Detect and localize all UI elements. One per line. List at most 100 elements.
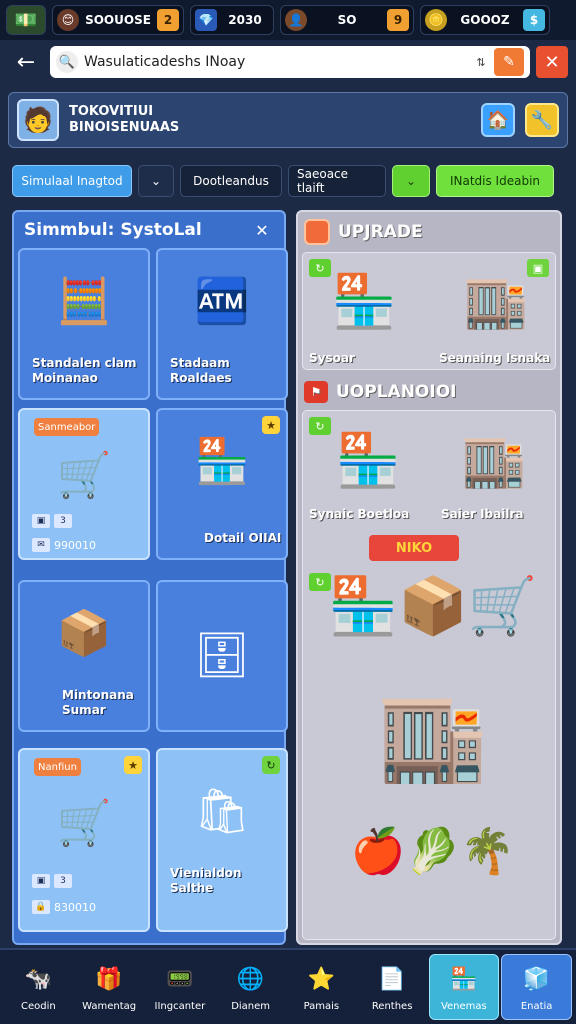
filter-row: Simulaal Inagtod ⌄ Dootleandus Saeoace t… bbox=[12, 165, 564, 197]
filter-saeoace[interactable]: Saeoace tlaift bbox=[288, 165, 386, 197]
tools-button[interactable]: 🔧 bbox=[525, 103, 559, 137]
mail-icon: ✉ bbox=[32, 538, 50, 552]
flag-icon: ⚑ bbox=[304, 381, 328, 403]
store-icon: 🏪 bbox=[450, 967, 478, 992]
resource-value: SO bbox=[337, 13, 357, 27]
bottom-nav: 🐄 Ceodin 🎁 Wamentag 📟 IIngcanter 🌐 Dianem ⭐ P… bbox=[0, 948, 576, 1024]
supermarket-icon: 🏬 bbox=[378, 684, 488, 787]
item-label: Mintonana Sumar bbox=[62, 688, 134, 717]
shop-label: Saier Ibailra bbox=[441, 507, 524, 521]
item-stat: ▣ 3 bbox=[32, 874, 72, 888]
item-stat: ▣ 3 bbox=[32, 514, 72, 528]
stat-count: 3 bbox=[54, 514, 72, 528]
nav-item-iingcanter[interactable]: 📟 IIngcanter bbox=[146, 954, 215, 1020]
item-card[interactable]: 🏧 Stadaam Roaldaes bbox=[156, 248, 288, 400]
filter-simulation[interactable]: Simulaal Inagtod bbox=[12, 165, 132, 197]
item-card[interactable]: Sanmeabor 🛒 ▣ 3 ✉ 990010 bbox=[18, 408, 150, 560]
shelf-icon: 🗄 bbox=[194, 630, 250, 681]
chevron-down-icon[interactable]: ⌄ bbox=[138, 165, 174, 197]
upgrade-icon bbox=[304, 219, 330, 245]
item-card[interactable]: ★ 🏪 Dotail OIIAI bbox=[156, 408, 288, 560]
price-value: 830010 bbox=[54, 900, 96, 914]
globe-icon: 🌐 bbox=[236, 967, 265, 992]
shop-label: Seanaing Isnaka bbox=[439, 351, 551, 365]
shop-label: Sysoar bbox=[309, 351, 355, 365]
gift-icon: 🎁 bbox=[95, 967, 123, 992]
nav-label: Renthes bbox=[371, 1000, 413, 1012]
box-icon: ▣ bbox=[32, 514, 50, 528]
cash-icon: 💵 bbox=[14, 9, 38, 31]
shopping-cart-icon: 🛒 bbox=[56, 798, 112, 849]
avatar[interactable]: 🧑 bbox=[17, 99, 59, 141]
close-icon[interactable]: ✕ bbox=[250, 218, 274, 242]
profile-name: TOKOVITIUI BINOISENUAAS bbox=[69, 104, 471, 136]
nav-label: Ceodin bbox=[21, 1000, 56, 1012]
item-tag: Nanfiun bbox=[34, 758, 81, 776]
resource-bar: 💵 😊 SOOUOSE 2 💎 2030 👤 SO 9 🪙 GOOOZ $ bbox=[0, 0, 576, 40]
shop-sign: NIKO bbox=[369, 535, 459, 561]
lock-icon: 🔒 bbox=[32, 900, 50, 914]
home-icon: 🏠 bbox=[486, 109, 510, 131]
crates-icon: 📦 bbox=[56, 608, 112, 659]
item-card[interactable]: 📦 Mintonana Sumar bbox=[18, 580, 150, 732]
profile-panel: 🧑 TOKOVITIUI BINOISENUAAS 🏠 🔧 bbox=[8, 92, 568, 148]
item-card[interactable]: ↻ 🛍 Vienialdon Salthe bbox=[156, 748, 288, 932]
cash-register-icon: 🧮 bbox=[56, 276, 112, 327]
nav-item-pamais[interactable]: ⭐ Pamais bbox=[287, 954, 356, 1020]
resource-value: 2030 bbox=[228, 13, 262, 27]
resource-value: GOOOZ bbox=[460, 13, 510, 27]
item-price: ✉ 990010 bbox=[32, 538, 96, 552]
nav-label: Pamais bbox=[303, 1000, 340, 1012]
filter-dootleandus[interactable]: Dootleandus bbox=[180, 165, 282, 197]
worker-icon: 👤 bbox=[285, 9, 307, 31]
resource-value: SOOUOSE bbox=[85, 13, 151, 27]
cash-button[interactable]: 💵 bbox=[6, 5, 46, 35]
upgrade-card[interactable]: ↻ ▣ 🏪 🏬 Sysoar Seanaing Isnaka bbox=[302, 252, 556, 370]
document-icon: 📄 bbox=[378, 967, 406, 992]
vending-machine-icon: 🏧 bbox=[194, 276, 250, 327]
gold-coin-icon: 🪙 bbox=[425, 9, 447, 31]
nav-item-enatia[interactable]: 🧊 Enatia bbox=[501, 954, 572, 1020]
resource-coins: 😊 SOOUOSE 2 bbox=[52, 5, 184, 35]
gem-icon: 💎 bbox=[195, 9, 217, 31]
coin-face-icon: 😊 bbox=[57, 9, 79, 31]
item-card[interactable]: 🧮 Standalen clam Moinanao bbox=[18, 248, 150, 400]
expand-title: UOPLANOIOI bbox=[336, 382, 457, 402]
sort-icon[interactable]: ⇅ bbox=[474, 56, 488, 69]
item-card[interactable]: Nanfiun ★ 🛒 ▣ 3 🔒 830010 bbox=[18, 748, 150, 932]
edit-button[interactable]: ✎ bbox=[494, 48, 524, 76]
item-card[interactable]: 🗄 bbox=[156, 580, 288, 732]
home-button[interactable]: 🏠 bbox=[481, 103, 515, 137]
star-icon: ⭐ bbox=[307, 967, 336, 992]
produce-stalls-icon: 🍎🥬🌴 bbox=[350, 826, 516, 877]
blue-store-icon: 🏬 bbox=[463, 271, 529, 332]
profile-name-line2: BINOISENUAAS bbox=[69, 120, 180, 135]
expand-header: ⚑ UOPLANOIOI bbox=[304, 378, 457, 406]
add-button[interactable]: $ bbox=[523, 9, 545, 31]
expansion-map[interactable]: ↻ 🏪 🏬 Synaic Boetloa Saier Ibailra ↻ NIK… bbox=[302, 410, 556, 940]
robot-icon: 🐄 bbox=[24, 967, 53, 992]
nav-item-ceodin[interactable]: 🐄 Ceodin bbox=[4, 954, 73, 1020]
add-button[interactable]: 2 bbox=[157, 9, 179, 31]
nav-item-renthes[interactable]: 📄 Renthes bbox=[358, 954, 427, 1020]
nav-item-wamentag[interactable]: 🎁 Wamentag bbox=[75, 954, 144, 1020]
add-button[interactable]: 9 bbox=[387, 9, 409, 31]
item-label: Stadaam Roaldaes bbox=[170, 356, 232, 385]
chevron-down-icon[interactable]: ⌄ bbox=[392, 165, 430, 197]
nav-label: Dianem bbox=[231, 1000, 271, 1012]
stat-count: 3 bbox=[54, 874, 72, 888]
market-stall-icon: 🏬 bbox=[461, 430, 527, 491]
filter-natdis[interactable]: INatdis Ideabin bbox=[436, 165, 554, 197]
item-label: Dotail OIIAI bbox=[204, 531, 282, 545]
shopping-cart-icon: 🛒 bbox=[56, 450, 112, 501]
search-input[interactable] bbox=[84, 54, 468, 70]
back-arrow-icon[interactable]: ← bbox=[8, 47, 44, 77]
catalog-title: Simmbul: SystoLal bbox=[24, 220, 202, 240]
item-catalog-panel: Simmbul: SystoLal ✕ 🧮 Standalen clam Moi… bbox=[12, 210, 288, 945]
nav-item-dianem[interactable]: 🌐 Dianem bbox=[216, 954, 285, 1020]
nav-item-venemas[interactable]: 🏪 Venemas bbox=[428, 954, 500, 1020]
nav-label: IIngcanter bbox=[154, 1000, 206, 1012]
close-button[interactable]: ✕ bbox=[536, 46, 568, 78]
grocery-shop-icon: 🏪 bbox=[335, 430, 401, 491]
item-price: 🔒 830010 bbox=[32, 900, 96, 914]
